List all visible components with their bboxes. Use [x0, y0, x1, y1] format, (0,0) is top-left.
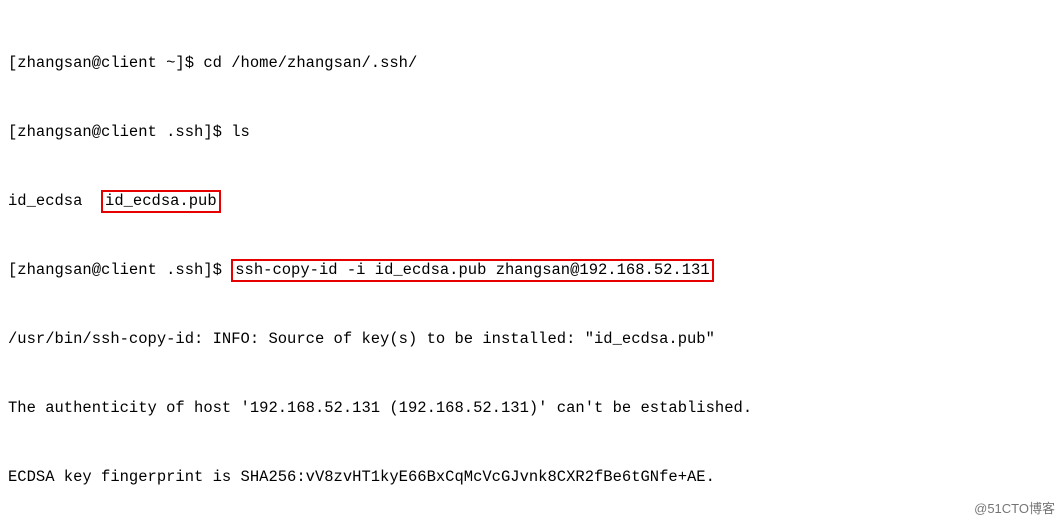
- command-ls: ls: [231, 123, 250, 141]
- prompt: [zhangsan@client .ssh]$: [8, 261, 231, 279]
- highlight-ssh-copy-id-command: ssh-copy-id -i id_ecdsa.pub zhangsan@192…: [231, 259, 713, 282]
- line-5: /usr/bin/ssh-copy-id: INFO: Source of ke…: [8, 328, 1055, 351]
- prompt: [zhangsan@client ~]$: [8, 54, 203, 72]
- line-6: The authenticity of host '192.168.52.131…: [8, 397, 1055, 420]
- terminal-output[interactable]: [zhangsan@client ~]$ cd /home/zhangsan/.…: [0, 0, 1063, 523]
- line-2: [zhangsan@client .ssh]$ ls: [8, 121, 1055, 144]
- prompt: [zhangsan@client .ssh]$: [8, 123, 231, 141]
- command-cd: cd /home/zhangsan/.ssh/: [203, 54, 417, 72]
- line-4: [zhangsan@client .ssh]$ ssh-copy-id -i i…: [8, 259, 1055, 282]
- ls-output-1: id_ecdsa: [8, 192, 101, 210]
- line-7: ECDSA key fingerprint is SHA256:vV8zvHT1…: [8, 466, 1055, 489]
- line-3: id_ecdsa id_ecdsa.pub: [8, 190, 1055, 213]
- highlight-pubkey-file: id_ecdsa.pub: [101, 190, 221, 213]
- line-1: [zhangsan@client ~]$ cd /home/zhangsan/.…: [8, 52, 1055, 75]
- watermark-text: @51CTO博客: [974, 498, 1055, 517]
